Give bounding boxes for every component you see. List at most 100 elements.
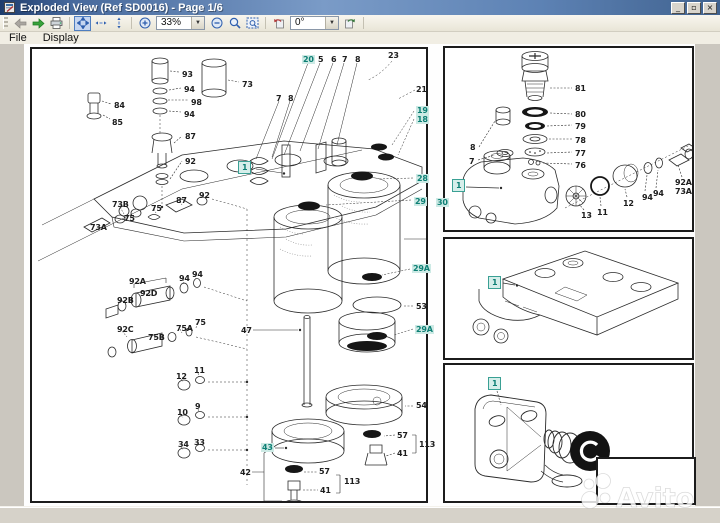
part-label-94: 94 xyxy=(184,85,195,94)
part-label-75A: 75A xyxy=(176,324,193,333)
toolbar-grip[interactable] xyxy=(3,17,8,29)
part-label-1: 1 xyxy=(488,276,501,289)
zoom-dropdown-arrow-icon[interactable]: ▼ xyxy=(191,17,204,29)
part-label-76: 76 xyxy=(575,161,586,170)
part-label-79: 79 xyxy=(575,122,586,131)
part-label-7: 7 xyxy=(469,157,474,166)
part-label-41: 41 xyxy=(320,486,331,495)
rotation-combobox[interactable]: 0° ▼ xyxy=(290,16,339,30)
fit-width-button[interactable] xyxy=(92,16,109,31)
part-label-92A: 92A xyxy=(129,277,146,286)
part-label-80: 80 xyxy=(575,110,586,119)
caption-box xyxy=(596,457,696,505)
zoom-in-button[interactable] xyxy=(136,16,153,31)
print-icon xyxy=(50,17,63,29)
part-label-87: 87 xyxy=(176,196,187,205)
part-label-42: 42 xyxy=(240,468,251,477)
application-window: { "window": { "title": "Exploded View (R… xyxy=(0,0,720,522)
exploded-view-middle-right-panel: 1 xyxy=(443,237,694,360)
part-label-92C: 92C xyxy=(117,325,133,334)
part-label-98: 98 xyxy=(191,98,202,107)
part-label-43: 43 xyxy=(261,443,274,452)
zoom-level-combobox[interactable]: 33% ▼ xyxy=(156,16,205,30)
part-label-8: 8 xyxy=(355,55,360,64)
part-label-1: 1 xyxy=(488,377,501,390)
part-label-75: 75 xyxy=(124,214,135,223)
part-label-94: 94 xyxy=(642,193,653,202)
part-label-73: 73 xyxy=(242,80,253,89)
part-label-21: 21 xyxy=(416,85,427,94)
close-button[interactable]: × xyxy=(703,2,717,14)
part-label-94: 94 xyxy=(192,270,203,279)
toolbar-separator xyxy=(131,17,132,29)
back-button[interactable] xyxy=(12,16,29,31)
part-label-47: 47 xyxy=(241,326,252,335)
part-label-84: 84 xyxy=(114,101,125,110)
part-label-57: 57 xyxy=(319,467,330,476)
restore-button[interactable]: ▫ xyxy=(687,2,701,14)
part-label-94: 94 xyxy=(653,189,664,198)
exploded-view-bottom-right-panel: 1 xyxy=(443,363,694,503)
document-canvas[interactable]: 9394989473848587921205678232178191828293… xyxy=(0,44,720,506)
part-label-7: 7 xyxy=(276,94,281,103)
part-label-1: 1 xyxy=(452,179,465,192)
minimize-button[interactable]: _ xyxy=(671,2,685,14)
part-label-8: 8 xyxy=(288,94,293,103)
part-label-73A: 73A xyxy=(90,223,107,232)
part-label-13: 13 xyxy=(581,211,592,220)
part-label-94: 94 xyxy=(184,110,195,119)
part-label-92: 92 xyxy=(185,157,196,166)
part-label-75: 75 xyxy=(195,318,206,327)
app-icon xyxy=(4,2,15,13)
part-label-20: 20 xyxy=(302,55,315,64)
rotation-value: 0° xyxy=(291,17,325,29)
magnifier-icon xyxy=(229,17,241,29)
toolbar: 33% ▼ 0° ▼ xyxy=(0,15,720,32)
exploded-view-main-panel: 9394989473848587921205678232178191828293… xyxy=(30,47,428,503)
part-label-75B: 75B xyxy=(148,333,165,342)
part-label-33: 33 xyxy=(194,438,205,447)
part-label-41: 41 xyxy=(397,449,408,458)
part-label-29: 29 xyxy=(414,197,427,206)
part-label-92A: 92A xyxy=(675,178,692,187)
part-label-94: 94 xyxy=(179,274,190,283)
part-label-75: 75 xyxy=(151,204,162,213)
part-label-8: 8 xyxy=(470,143,475,152)
print-button[interactable] xyxy=(48,16,65,31)
rotation-dropdown-arrow-icon[interactable]: ▼ xyxy=(325,17,338,29)
rotate-left-button[interactable] xyxy=(270,16,287,31)
title-bar: Exploded View (Ref SD0016) - Page 1/6 _ … xyxy=(0,0,720,15)
part-label-78: 78 xyxy=(575,136,586,145)
menu-display[interactable]: Display xyxy=(43,32,79,44)
zoom-out-icon xyxy=(211,17,223,29)
part-label-73B: 73B xyxy=(112,200,129,209)
part-label-5: 5 xyxy=(318,55,323,64)
zoom-out-button[interactable] xyxy=(208,16,225,31)
forward-button[interactable] xyxy=(30,16,47,31)
fit-page-button[interactable] xyxy=(74,16,91,31)
menu-file[interactable]: File xyxy=(9,32,27,44)
toolbar-separator xyxy=(363,17,364,29)
rotate-right-icon xyxy=(344,17,357,29)
part-label-19: 19 xyxy=(416,106,429,115)
part-label-113: 113 xyxy=(419,440,435,449)
part-label-113: 113 xyxy=(344,477,360,486)
part-label-92: 92 xyxy=(199,191,210,200)
zoom-in-icon xyxy=(139,17,151,29)
zoom-select-button[interactable] xyxy=(244,16,261,31)
document-page: 9394989473848587921205678232178191828293… xyxy=(24,44,695,506)
fit-width-icon xyxy=(95,18,107,28)
forward-arrow-icon xyxy=(32,18,45,29)
part-label-12: 12 xyxy=(623,199,634,208)
part-label-87: 87 xyxy=(185,132,196,141)
rotate-right-button[interactable] xyxy=(342,16,359,31)
part-label-11: 11 xyxy=(194,366,205,375)
toolbar-separator xyxy=(69,17,70,29)
part-label-73A: 73A xyxy=(675,187,692,196)
magnifier-button[interactable] xyxy=(226,16,243,31)
part-label-57: 57 xyxy=(397,431,408,440)
fit-height-button[interactable] xyxy=(110,16,127,31)
part-label-29A: 29A xyxy=(412,264,431,273)
part-label-28: 28 xyxy=(416,174,429,183)
rotate-left-icon xyxy=(272,17,285,29)
